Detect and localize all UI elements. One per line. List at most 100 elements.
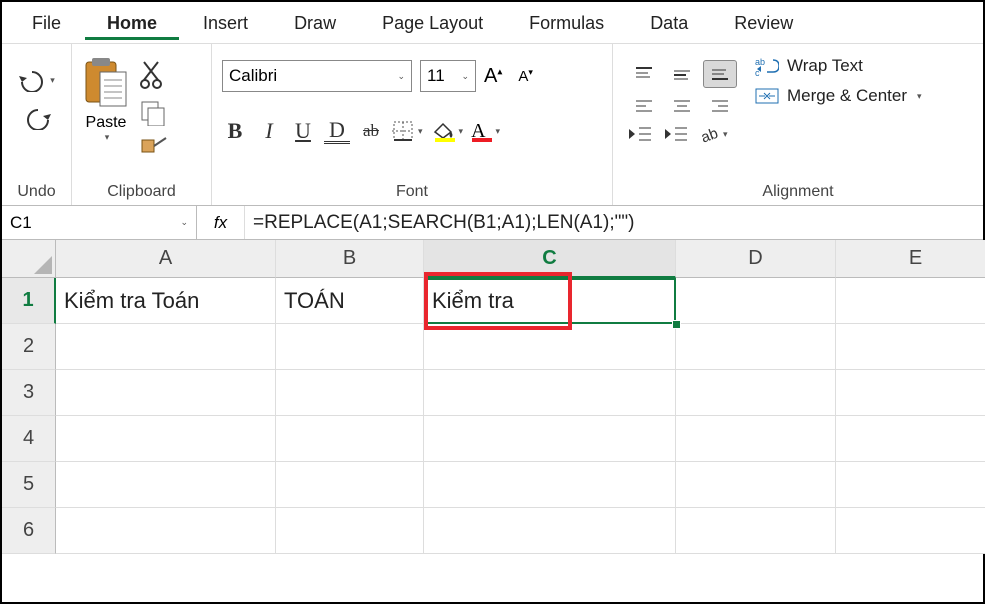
cell[interactable] <box>276 416 424 462</box>
cut-button[interactable] <box>140 60 166 90</box>
row-header-2[interactable]: 2 <box>2 324 56 370</box>
font-size-value: 11 <box>427 66 445 86</box>
col-header-a[interactable]: A <box>56 240 276 278</box>
cell[interactable] <box>276 324 424 370</box>
group-label-undo: Undo <box>12 181 61 203</box>
cell[interactable] <box>424 370 676 416</box>
cell[interactable] <box>56 462 276 508</box>
cell[interactable] <box>836 416 985 462</box>
cell[interactable] <box>836 324 985 370</box>
tab-review[interactable]: Review <box>712 5 815 40</box>
wrap-text-button[interactable]: abc Wrap Text <box>755 56 922 76</box>
fx-icon[interactable]: fx <box>197 206 245 239</box>
tab-home[interactable]: Home <box>85 5 179 40</box>
cell-e1[interactable] <box>836 278 985 324</box>
align-bottom-button[interactable] <box>703 60 737 88</box>
cell[interactable] <box>676 370 836 416</box>
cell[interactable] <box>424 416 676 462</box>
cell[interactable] <box>56 370 276 416</box>
redo-button[interactable] <box>22 106 52 130</box>
ribbon-tabs: File Home Insert Draw Page Layout Formul… <box>2 2 983 44</box>
cell[interactable] <box>676 508 836 554</box>
cell[interactable] <box>676 324 836 370</box>
cell[interactable] <box>56 416 276 462</box>
cell[interactable] <box>836 508 985 554</box>
align-middle-button[interactable] <box>665 60 699 88</box>
cell[interactable] <box>276 508 424 554</box>
col-header-d[interactable]: D <box>676 240 836 278</box>
font-size-combo[interactable]: 11 ⌄ <box>420 60 476 92</box>
row-header-5[interactable]: 5 <box>2 462 56 508</box>
fill-color-button[interactable]: ▾ <box>431 120 464 142</box>
cell[interactable] <box>424 508 676 554</box>
cell-d1[interactable] <box>676 278 836 324</box>
chevron-down-icon: ⌄ <box>461 71 469 82</box>
double-underline-button[interactable]: D <box>324 119 350 144</box>
select-all-corner[interactable] <box>2 240 56 278</box>
format-painter-button[interactable] <box>140 136 168 158</box>
increase-indent-button[interactable] <box>663 124 689 144</box>
col-header-b[interactable]: B <box>276 240 424 278</box>
cell-b1[interactable]: TOÁN <box>276 278 424 324</box>
cell[interactable] <box>56 508 276 554</box>
cell[interactable] <box>836 370 985 416</box>
cell[interactable] <box>676 462 836 508</box>
shrink-font-button[interactable]: A▾ <box>518 67 533 85</box>
ribbon: ▾ Undo Paste ▾ <box>2 44 983 206</box>
align-center-button[interactable] <box>665 92 699 120</box>
spreadsheet-grid: 1 2 3 4 5 6 A B C D E Kiểm tra Toán TOÁN… <box>2 240 983 554</box>
orientation-button[interactable]: ab▾ <box>699 124 728 144</box>
cell[interactable] <box>676 416 836 462</box>
chevron-down-icon: ▾ <box>418 126 423 137</box>
align-right-button[interactable] <box>703 92 737 120</box>
formula-bar: C1 ⌄ fx =REPLACE(A1;SEARCH(B1;A1);LEN(A1… <box>2 206 983 240</box>
decrease-indent-button[interactable] <box>627 124 653 144</box>
align-left-button[interactable] <box>627 92 661 120</box>
merge-center-button[interactable]: Merge & Center ▾ <box>755 86 922 106</box>
group-label-font: Font <box>222 181 602 203</box>
font-name-combo[interactable]: Calibri ⌄ <box>222 60 412 92</box>
strikethrough-button[interactable]: ab <box>358 121 384 141</box>
tab-formulas[interactable]: Formulas <box>507 5 626 40</box>
row-header-1[interactable]: 1 <box>2 278 56 324</box>
formula-input[interactable]: =REPLACE(A1;SEARCH(B1;A1);LEN(A1);"") <box>245 206 983 239</box>
row-header-3[interactable]: 3 <box>2 370 56 416</box>
font-color-button[interactable]: A ▾ <box>471 120 500 143</box>
grow-font-button[interactable]: A▴ <box>484 65 502 88</box>
font-name-value: Calibri <box>229 66 277 86</box>
row-header-4[interactable]: 4 <box>2 416 56 462</box>
cell[interactable] <box>424 324 676 370</box>
tab-file[interactable]: File <box>10 5 83 40</box>
chevron-down-icon: ▾ <box>917 91 922 102</box>
align-top-button[interactable] <box>627 60 661 88</box>
col-header-c[interactable]: C <box>424 240 676 278</box>
underline-button[interactable]: U <box>290 118 316 144</box>
tab-page-layout[interactable]: Page Layout <box>360 5 505 40</box>
tab-insert[interactable]: Insert <box>181 5 270 40</box>
tab-data[interactable]: Data <box>628 5 710 40</box>
vertical-align-buttons <box>627 60 737 120</box>
cell-c1[interactable]: Kiểm tra <box>424 278 676 324</box>
cell-a2[interactable] <box>56 324 276 370</box>
italic-button[interactable]: I <box>256 118 282 144</box>
borders-button[interactable]: ▾ <box>392 120 423 142</box>
chevron-down-icon: ▾ <box>105 132 110 143</box>
cell-a1[interactable]: Kiểm tra Toán <box>56 278 276 324</box>
group-label-clipboard: Clipboard <box>82 181 201 203</box>
paste-button[interactable]: Paste ▾ <box>82 56 130 143</box>
undo-button[interactable]: ▾ <box>18 68 55 92</box>
tab-draw[interactable]: Draw <box>272 5 358 40</box>
cell[interactable] <box>276 370 424 416</box>
cell[interactable] <box>836 462 985 508</box>
bold-button[interactable]: B <box>222 118 248 144</box>
name-box[interactable]: C1 ⌄ <box>2 206 197 239</box>
group-label-alignment: Alignment <box>623 181 973 203</box>
chevron-down-icon: ▾ <box>50 75 55 86</box>
cell[interactable] <box>276 462 424 508</box>
col-header-e[interactable]: E <box>836 240 985 278</box>
fill-handle[interactable] <box>672 320 681 329</box>
cell[interactable] <box>424 462 676 508</box>
chevron-down-icon: ⌄ <box>397 71 405 82</box>
copy-button[interactable] <box>140 100 166 126</box>
row-header-6[interactable]: 6 <box>2 508 56 554</box>
